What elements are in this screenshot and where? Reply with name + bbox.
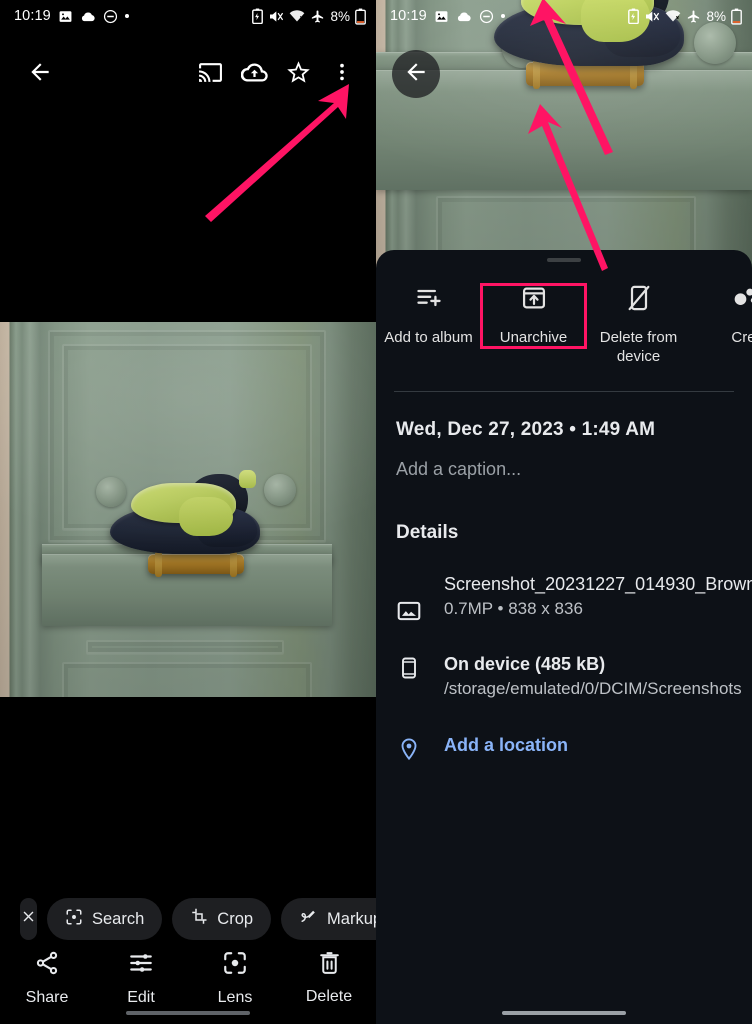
- photo-datetime: Wed, Dec 27, 2023 • 1:49 AM: [396, 418, 656, 440]
- cloud-upload-icon[interactable]: [232, 50, 276, 94]
- action-add-to-album-label: Add to album: [384, 329, 473, 346]
- cast-icon[interactable]: [188, 50, 232, 94]
- photo-viewer-left[interactable]: [0, 322, 376, 697]
- photo-vignette: [0, 322, 376, 697]
- photo-info-sheet: Add to album Unarchive Delete from devic…: [376, 250, 752, 1024]
- detail-device-path: /storage/emulated/0/DCIM/Screenshots: [444, 679, 742, 699]
- nav-share-label: Share: [25, 989, 69, 1006]
- detail-file-body: Screenshot_20231227_014930_BrownsFashion…: [444, 572, 752, 624]
- location-body: Add a location: [444, 735, 732, 761]
- status-bar-right-right-group: 8%: [628, 8, 742, 25]
- back-button-right[interactable]: [392, 50, 440, 98]
- dot-indicator: [500, 14, 505, 18]
- battery-saver-icon: [628, 8, 640, 24]
- battery-icon: [731, 8, 742, 25]
- nav-delete[interactable]: Delete: [287, 950, 371, 1006]
- detail-device-title: On device (485 kB): [444, 653, 606, 674]
- mute-icon: [644, 9, 660, 24]
- do-not-disturb-icon: [479, 9, 494, 24]
- airplane-mode-icon: [310, 9, 325, 24]
- detail-row-location[interactable]: Add a location: [376, 701, 752, 761]
- status-bar-right-left-group: 10:19: [390, 8, 505, 24]
- back-arrow-icon[interactable]: [18, 50, 62, 94]
- nav-edit[interactable]: Edit: [99, 950, 183, 1007]
- photo-image: [0, 322, 376, 697]
- dot-indicator: [124, 14, 129, 18]
- markup-chip[interactable]: Markup: [281, 898, 376, 940]
- location-pin-icon: [396, 735, 422, 761]
- action-unarchive[interactable]: Unarchive: [480, 283, 587, 349]
- photo-icon: [434, 9, 449, 24]
- back-arrow-icon: [403, 59, 429, 90]
- status-bar-left: 10:19 8%: [0, 0, 376, 32]
- battery-percent-right: 8%: [706, 8, 726, 24]
- status-bar-right-group: 8%: [252, 8, 366, 25]
- left-phone-panel: 10:19 8% Search Crop Marku Share Edit Le…: [0, 0, 376, 1024]
- sheet-action-row: Add to album Unarchive Delete from devic…: [376, 262, 752, 367]
- nav-share[interactable]: Share: [5, 950, 89, 1007]
- markup-icon: [299, 907, 318, 931]
- nav-edit-label: Edit: [127, 989, 155, 1006]
- more-options-icon[interactable]: [320, 50, 364, 94]
- status-bar-left-group: 10:19: [14, 8, 129, 24]
- gesture-bar-right: [502, 1011, 626, 1015]
- caption-input[interactable]: Add a caption...: [376, 441, 752, 480]
- mute-icon: [268, 9, 284, 24]
- image-file-icon: [396, 572, 422, 624]
- status-time: 10:19: [14, 8, 51, 24]
- search-chip-label: Search: [92, 909, 145, 928]
- details-heading: Details: [396, 521, 459, 543]
- detail-row-device[interactable]: On device (485 kB) /storage/emulated/0/D…: [376, 624, 752, 702]
- airplane-mode-icon: [686, 9, 701, 24]
- close-chip[interactable]: [20, 898, 37, 940]
- battery-percent: 8%: [330, 8, 350, 24]
- detail-file-meta: 0.7MP • 838 x 836: [444, 599, 583, 619]
- nav-lens[interactable]: Lens: [193, 950, 277, 1007]
- detail-row-file[interactable]: Screenshot_20231227_014930_BrownsFashion…: [376, 544, 752, 624]
- cloud-icon: [456, 10, 472, 23]
- cloud-icon: [80, 10, 96, 23]
- add-to-album-icon: [415, 284, 443, 317]
- lens-search-icon: [65, 908, 83, 931]
- action-delete-from-device[interactable]: Delete from device: [586, 284, 691, 367]
- unarchive-icon: [520, 284, 548, 317]
- action-create[interactable]: Cre: [691, 284, 752, 348]
- markup-chip-label: Markup: [327, 909, 376, 928]
- lens-icon: [222, 950, 248, 981]
- battery-saver-icon: [252, 8, 264, 24]
- wifi-icon: [289, 9, 305, 23]
- do-not-disturb-icon: [103, 9, 118, 24]
- delete-from-device-icon: [625, 284, 653, 317]
- detail-device-body: On device (485 kB) /storage/emulated/0/D…: [444, 652, 742, 702]
- close-icon: [20, 908, 37, 930]
- edit-sliders-icon: [128, 950, 154, 981]
- detail-file-name: Screenshot_20231227_014930_BrownsFashion…: [444, 573, 752, 594]
- create-icon: [730, 284, 752, 317]
- crop-icon: [190, 908, 208, 931]
- trash-icon: [317, 950, 342, 980]
- share-icon: [34, 950, 60, 981]
- battery-icon: [355, 8, 366, 25]
- phone-device-icon: [396, 652, 422, 702]
- add-location-link[interactable]: Add a location: [444, 735, 732, 756]
- photo-action-chips: Search Crop Markup: [0, 898, 376, 940]
- star-icon[interactable]: [276, 50, 320, 94]
- nav-lens-label: Lens: [217, 989, 253, 1006]
- screenshot-comparison: 10:19 8% Search Crop Marku Share Edit Le…: [0, 0, 752, 1024]
- wifi-icon: [665, 9, 681, 23]
- action-add-to-album[interactable]: Add to album: [376, 284, 481, 348]
- action-create-label: Cre: [731, 329, 752, 346]
- search-chip[interactable]: Search: [47, 898, 163, 940]
- nav-delete-label: Delete: [305, 988, 353, 1005]
- photo-toolbar: [0, 46, 376, 98]
- crop-chip-label: Crop: [217, 909, 254, 928]
- photo-icon: [58, 9, 73, 24]
- right-phone-panel: 10:19 8% Add to album Unarchive Delete f…: [376, 0, 752, 1024]
- status-bar-right: 10:19 8%: [376, 0, 752, 32]
- gesture-bar-left: [126, 1011, 250, 1015]
- crop-chip[interactable]: Crop: [172, 898, 272, 940]
- action-delete-from-device-label: Delete from device: [599, 329, 678, 365]
- action-unarchive-label: Unarchive: [499, 329, 568, 346]
- status-time-right: 10:19: [390, 8, 427, 24]
